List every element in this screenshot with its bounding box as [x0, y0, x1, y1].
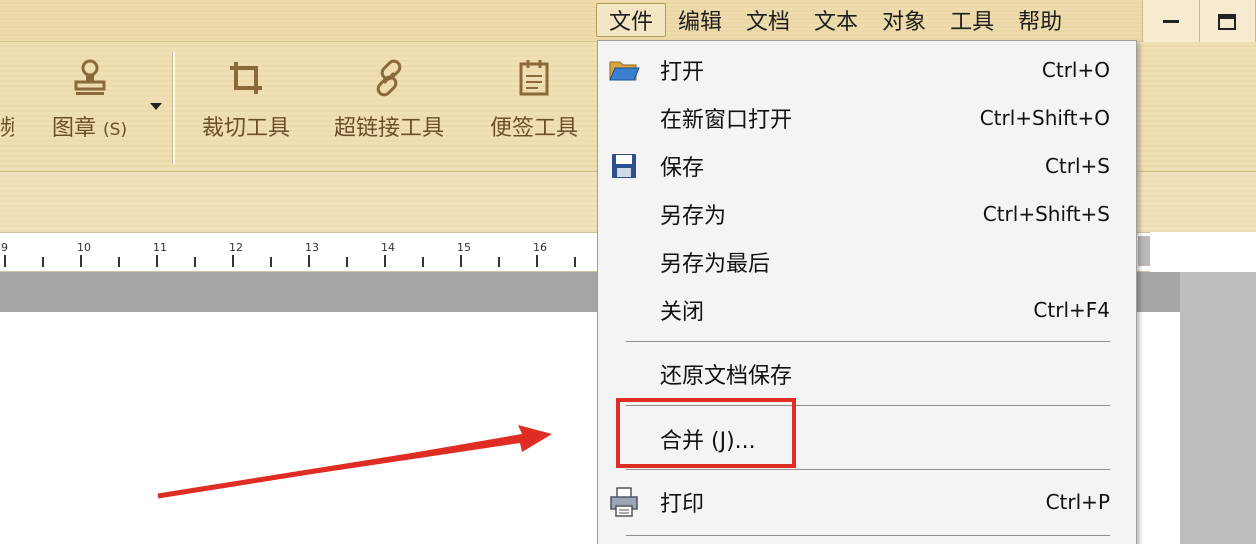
ruler-tick: [232, 255, 234, 267]
menu-item-shortcut: Ctrl+P: [1045, 490, 1110, 514]
menu-item-shortcut: Ctrl+F4: [1033, 298, 1110, 322]
ruler-tick: [4, 255, 6, 267]
menu-item-label: 保存: [660, 156, 705, 181]
ruler-number: 15: [457, 241, 471, 254]
maximize-icon: [1218, 13, 1237, 30]
menu-separator: [626, 341, 1110, 342]
menu-separator: [626, 535, 1110, 536]
menu-item-shortcut: Ctrl+Shift+O: [979, 106, 1110, 130]
menu-item-save-as-last[interactable]: 另存为最后: [598, 239, 1136, 285]
merge-highlight-box: [616, 398, 796, 468]
menu-item-shortcut: Ctrl+O: [1041, 58, 1110, 82]
note-icon: [519, 60, 549, 96]
toolbar-separator: [172, 52, 175, 164]
menu-item-revert-document[interactable]: 还原文档保存: [598, 351, 1136, 397]
crop-icon: [230, 62, 262, 94]
save-icon: [608, 150, 640, 182]
ruler-tick: [270, 257, 272, 267]
ruler-tick: [118, 257, 120, 267]
partial-tool-label: 频: [0, 116, 14, 141]
crop-tool-button[interactable]: 裁切工具: [202, 58, 290, 142]
ruler-tick: [460, 255, 462, 267]
stamp-tool-button[interactable]: 图章 (S): [52, 58, 127, 142]
menu-item-label: 关闭: [660, 300, 705, 325]
menu-item-label: 另存为最后: [660, 252, 771, 277]
menu-item-label: 另存为: [660, 204, 727, 229]
menu-file[interactable]: 文件: [596, 3, 667, 37]
ruler-tick: [346, 257, 348, 267]
menu-separator: [626, 469, 1110, 470]
menu-item-shortcut: Ctrl+Shift+S: [982, 202, 1110, 226]
menu-bar: 文件 编辑 文档 文本 对象 工具 帮助: [596, 0, 1074, 40]
workspace-right-gap: [1180, 272, 1256, 544]
menu-item-label: 在新窗口打开: [660, 108, 793, 133]
stamp-dropdown-arrow[interactable]: [150, 103, 162, 110]
minimize-button[interactable]: [1143, 0, 1200, 44]
menu-item-label: 打开: [660, 60, 705, 85]
ruler-number: 9: [1, 241, 8, 254]
menu-object[interactable]: 对象: [870, 3, 938, 37]
menu-item-open[interactable]: 打开 Ctrl+O: [598, 47, 1136, 93]
ruler-number: 14: [381, 241, 395, 254]
menu-item-close[interactable]: 关闭 Ctrl+F4: [598, 287, 1136, 333]
menu-item-shortcut: Ctrl+S: [1044, 154, 1110, 178]
menu-item-save-as[interactable]: 另存为 Ctrl+Shift+S: [598, 191, 1136, 237]
ruler-number: 11: [153, 241, 167, 254]
printer-icon: [608, 486, 640, 518]
hyperlink-tool-button[interactable]: 超链接工具: [334, 58, 444, 142]
ruler-end-marker: [1138, 236, 1150, 266]
ruler-number: 10: [77, 241, 91, 254]
window-controls: [1142, 0, 1256, 44]
minimize-icon: [1162, 20, 1179, 23]
ruler-tick: [194, 257, 196, 267]
note-tool-label: 便签工具: [490, 116, 579, 141]
ruler-tick: [536, 255, 538, 267]
stamp-tool-label: 图章 (S): [52, 116, 128, 141]
note-tool-button[interactable]: 便签工具: [490, 58, 578, 142]
file-menu-dropdown: 打开 Ctrl+O 在新窗口打开 Ctrl+Shift+O 保存 Ctrl+S …: [597, 40, 1137, 544]
menu-text[interactable]: 文本: [802, 3, 870, 37]
menu-item-label: 还原文档保存: [660, 364, 793, 389]
ruler-tick: [42, 257, 44, 267]
hyperlink-tool-label: 超链接工具: [334, 116, 445, 141]
ruler-number: 16: [533, 241, 547, 254]
ruler-number: 12: [229, 241, 243, 254]
crop-tool-label: 裁切工具: [202, 116, 291, 141]
menu-tools[interactable]: 工具: [938, 3, 1006, 37]
link-icon: [376, 59, 402, 97]
ruler-tick: [498, 257, 500, 267]
menu-item-label: 打印: [660, 492, 705, 517]
ruler-tick: [308, 255, 310, 267]
menu-item-save[interactable]: 保存 Ctrl+S: [598, 143, 1136, 189]
menu-document[interactable]: 文档: [734, 3, 802, 37]
ruler-tick: [574, 257, 576, 267]
ruler-tick: [422, 257, 424, 267]
menu-item-print[interactable]: 打印 Ctrl+P: [598, 479, 1136, 525]
maximize-button[interactable]: [1199, 0, 1256, 44]
menu-edit[interactable]: 编辑: [666, 3, 734, 37]
ruler-tick: [156, 255, 158, 267]
folder-open-icon: [608, 54, 640, 86]
ruler-tick: [384, 255, 386, 267]
ruler-number: 13: [305, 241, 319, 254]
ruler-tick: [80, 255, 82, 267]
menu-help[interactable]: 帮助: [1006, 3, 1074, 37]
menu-item-open-new-window[interactable]: 在新窗口打开 Ctrl+Shift+O: [598, 95, 1136, 141]
stamp-icon: [74, 59, 106, 95]
